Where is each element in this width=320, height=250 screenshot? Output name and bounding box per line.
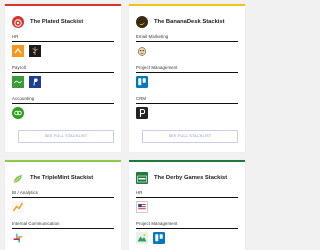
section-divider	[136, 197, 238, 198]
section-bi-analytics: BI / Analytics	[12, 190, 114, 213]
orange-arrow-app-icon[interactable]	[12, 45, 24, 57]
pipedrive-icon[interactable]	[136, 107, 148, 119]
section-label: HR	[136, 190, 143, 195]
card-header: The Derby Games Stackist	[129, 162, 245, 186]
stackist-card-bananadesk: The BananaDesk Stackist Email Marketing …	[129, 4, 245, 152]
section-hr: HR	[136, 190, 238, 213]
derby-games-logo-icon	[136, 172, 148, 184]
tool-list	[136, 107, 238, 119]
tool-list	[12, 45, 114, 57]
card-title[interactable]: The Plated Stackist	[30, 19, 83, 25]
flag-app-icon[interactable]	[136, 201, 148, 213]
trello-icon[interactable]	[153, 232, 165, 244]
mountain-app-icon[interactable]	[136, 232, 148, 244]
tool-list	[136, 45, 238, 57]
tool-list	[12, 201, 114, 213]
quickbooks-icon[interactable]	[12, 107, 24, 119]
tool-list	[12, 232, 114, 244]
section-label: BI / Analytics	[12, 190, 38, 195]
card-title[interactable]: The Derby Games Stackist	[154, 175, 227, 181]
section-label: HR	[12, 34, 19, 39]
tool-list	[136, 76, 238, 88]
section-divider	[136, 41, 238, 42]
analytics-chart-icon[interactable]	[12, 201, 24, 213]
see-full-stacklist-button[interactable]: SEE FULL STACKLIST	[142, 130, 238, 143]
section-divider	[136, 228, 238, 229]
section-payroll: Payroll	[12, 65, 114, 88]
section-divider	[12, 103, 114, 104]
section-label: Accounting	[12, 96, 35, 101]
section-accounting: Accounting	[12, 96, 114, 119]
mailchimp-icon[interactable]	[136, 45, 148, 57]
stackist-card-derby-games: The Derby Games Stackist HR Project Mana…	[129, 160, 245, 250]
section-label: Email Marketing	[136, 34, 169, 39]
green-script-app-icon[interactable]	[12, 76, 24, 88]
stackist-card-triplemint: The TripleMint Stackist BI / Analytics I…	[5, 160, 121, 250]
card-title[interactable]: The BananaDesk Stackist	[154, 19, 225, 25]
section-divider	[12, 197, 114, 198]
card-title[interactable]: The TripleMint Stackist	[30, 175, 93, 181]
trello-icon[interactable]	[136, 76, 148, 88]
card-header: The Plated Stackist	[5, 6, 121, 30]
section-crm: CRM	[136, 96, 238, 119]
section-label: CRM	[136, 96, 147, 101]
tool-list	[136, 201, 238, 213]
section-label: Project Management	[136, 221, 178, 226]
card-header: The TripleMint Stackist	[5, 162, 121, 186]
bananadesk-logo-icon	[136, 16, 148, 28]
stackist-card-plated: The Plated Stackist HR Payroll Accountin…	[5, 4, 121, 152]
see-full-stacklist-button[interactable]: SEE FULL STACKLIST	[18, 130, 114, 143]
tool-list	[12, 76, 114, 88]
section-label: Project Management	[136, 65, 178, 70]
triplemint-leaf-icon	[12, 172, 24, 184]
section-divider	[136, 72, 238, 73]
slack-icon[interactable]	[12, 232, 24, 244]
section-project-management: Project Management	[136, 65, 238, 88]
section-hr: HR	[12, 34, 114, 57]
section-label: Internal Communication	[12, 221, 60, 226]
paypal-icon[interactable]	[29, 76, 41, 88]
card-header: The BananaDesk Stackist	[129, 6, 245, 30]
section-project-management: Project Management	[136, 221, 238, 244]
section-divider	[136, 103, 238, 104]
section-label: Payroll	[12, 65, 26, 70]
section-divider	[12, 228, 114, 229]
black-tree-app-icon[interactable]	[29, 45, 41, 57]
section-divider	[12, 41, 114, 42]
section-internal-communication: Internal Communication	[12, 221, 114, 244]
section-divider	[12, 72, 114, 73]
plated-logo-icon	[12, 16, 24, 28]
tool-list	[12, 107, 114, 119]
tool-list	[136, 232, 238, 244]
section-email-marketing: Email Marketing	[136, 34, 238, 57]
